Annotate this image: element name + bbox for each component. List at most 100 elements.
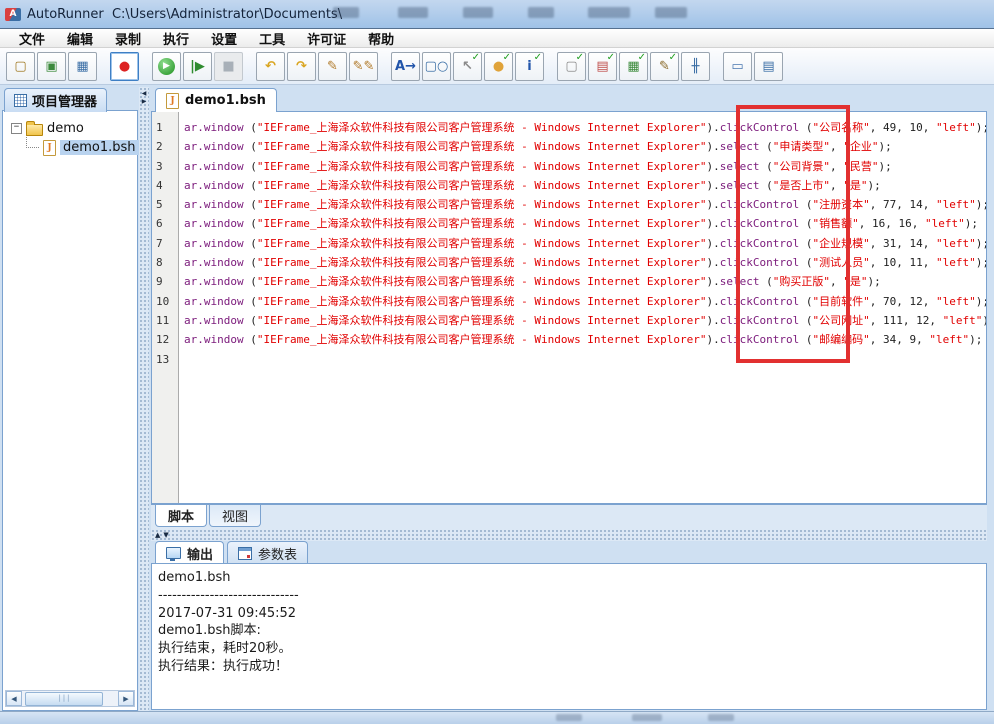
menu-item-0[interactable]: 文件 [8,29,56,48]
scroll-right-arrow-icon[interactable]: ▶ [118,691,134,706]
code-line: ar.window ("IEFrame_上海泽众软件科技有限公司客户管理系统 -… [184,137,986,156]
collapse-up-icon[interactable]: ▲ [155,531,160,539]
code-line: ar.window ("IEFrame_上海泽众软件科技有限公司客户管理系统 -… [184,195,986,214]
coin-check-button[interactable]: ●✓ [484,52,513,81]
code-line: ar.window ("IEFrame_上海泽众软件科技有限公司客户管理系统 -… [184,311,986,330]
output-tabbar: 输出 参数表 [151,541,987,564]
scrollbar-track[interactable]: ||| [22,691,118,706]
output-line: ------------------------------ [158,587,986,605]
menu-item-7[interactable]: 帮助 [357,29,405,48]
check-mark-icon: ✓ [534,53,542,63]
batch-edit-icon: ✎✎ [353,60,375,73]
check-mark-icon: ✓ [576,53,584,63]
new-script-icon: ▢ [14,60,26,73]
line-number: 8 [156,253,178,272]
background-window-ghost [655,7,687,18]
monitor-icon [166,547,181,559]
record-button[interactable]: ● [110,52,139,81]
editor-tab-label: demo1.bsh [185,93,266,108]
background-window-ghost [588,7,630,18]
batch-edit-button[interactable]: ✎✎ [349,52,378,81]
code-line: ar.window ("IEFrame_上海泽众软件科技有限公司客户管理系统 -… [184,234,986,253]
record-icon: ● [119,60,130,73]
properties-button[interactable]: ▤ [754,52,783,81]
project-horizontal-scrollbar[interactable]: ◀ ||| ▶ [5,690,135,707]
tab-view-label: 视图 [222,506,248,525]
menu-item-3[interactable]: 执行 [152,29,200,48]
new-script-button[interactable]: ▢ [6,52,35,81]
project-tree-panel: − demo J demo1.bsh ◀ ||| ▶ [2,110,138,711]
project-tree: − demo J demo1.bsh [3,111,137,157]
output-line: 2017-07-31 09:45:52 [158,605,986,623]
font-replace-button[interactable]: A→ [391,52,420,81]
tab-output-label: 输出 [187,544,213,563]
tab-project-manager[interactable]: 项目管理器 [4,88,107,112]
tab-output[interactable]: 输出 [155,541,224,564]
import-script-button[interactable]: ▣ [37,52,66,81]
page-search-button[interactable]: ▢○ [422,52,451,81]
check-mark-icon: ✓ [607,53,615,63]
step-run-icon: |▶ [190,60,205,73]
menu-item-2[interactable]: 录制 [104,29,152,48]
collapse-expander-icon[interactable]: − [11,123,22,134]
collapse-down-icon[interactable]: ▼ [163,531,168,539]
tree-node-demo1[interactable]: J demo1.bsh [23,138,135,157]
form-check-button[interactable]: ▤✓ [588,52,617,81]
check-mark-icon: ✓ [638,53,646,63]
undo-button[interactable]: ↶ [256,52,285,81]
window-bottom-border [0,711,994,724]
distribute-button[interactable]: ╫ [681,52,710,81]
background-window-ghost [398,7,428,18]
output-line: 执行结束，耗时20秒。 [158,640,986,658]
menu-item-6[interactable]: 许可证 [296,29,357,48]
editor-bottom-tabbar: 脚本 视图 [151,504,987,529]
tab-param-table-label: 参数表 [258,544,297,563]
folder-icon [26,124,43,136]
menu-item-5[interactable]: 工具 [248,29,296,48]
collapse-right-icon[interactable]: ▶ [142,98,147,106]
table-check-button[interactable]: ▦✓ [619,52,648,81]
check-mark-icon: ✓ [503,53,511,63]
info-check-icon: i [527,60,531,73]
redo-icon: ↷ [296,60,307,73]
horizontal-splitter[interactable]: ▲ ▼ [151,529,987,541]
menu-item-4[interactable]: 设置 [200,29,248,48]
import-script-icon: ▣ [45,60,57,73]
tab-param-table[interactable]: 参数表 [227,541,308,564]
tab-script[interactable]: 脚本 [155,505,207,527]
background-window-ghost [708,714,734,721]
comment-button[interactable]: ▭ [723,52,752,81]
info-check-button[interactable]: i✓ [515,52,544,81]
line-number: 13 [156,350,178,369]
redo-button[interactable]: ↷ [287,52,316,81]
bsh-file-icon: J [43,140,56,156]
output-line: 执行结果：执行成功！ [158,658,986,676]
stop-button: ■ [214,52,243,81]
line-number-gutter: 12345678910111213 [152,112,179,503]
region-check-button[interactable]: ▢✓ [557,52,586,81]
collapse-left-icon[interactable]: ◀ [142,90,147,98]
menu-item-1[interactable]: 编辑 [56,29,104,48]
script-editor[interactable]: 12345678910111213 ar.window ("IEFrame_上海… [151,111,987,504]
code-line: ar.window ("IEFrame_上海泽众软件科技有限公司客户管理系统 -… [184,157,986,176]
step-run-button[interactable]: |▶ [183,52,212,81]
vertical-splitter[interactable]: ◀ ▶ [139,87,149,711]
output-line: demo1.bsh [158,569,986,587]
tab-view[interactable]: 视图 [209,505,261,527]
save-button[interactable]: ▦ [68,52,97,81]
font-replace-icon: A→ [395,60,416,73]
pen-check-button[interactable]: ✎✓ [650,52,679,81]
tab-demo1-bsh[interactable]: J demo1.bsh [155,88,277,112]
code-line: ar.window ("IEFrame_上海泽众软件科技有限公司客户管理系统 -… [184,292,986,311]
tree-node-demo[interactable]: − demo [11,119,135,138]
edit-point-button[interactable]: ✎ [318,52,347,81]
pointer-check-button[interactable]: ↖✓ [453,52,482,81]
page-search-icon: ▢○ [425,60,449,73]
run-button[interactable]: ▶ [152,52,181,81]
code-line: ar.window ("IEFrame_上海泽众软件科技有限公司客户管理系统 -… [184,176,986,195]
check-mark-icon: ✓ [669,53,677,63]
scrollbar-thumb[interactable]: ||| [25,692,103,706]
line-number: 3 [156,157,178,176]
line-number: 10 [156,292,178,311]
scroll-left-arrow-icon[interactable]: ◀ [6,691,22,706]
